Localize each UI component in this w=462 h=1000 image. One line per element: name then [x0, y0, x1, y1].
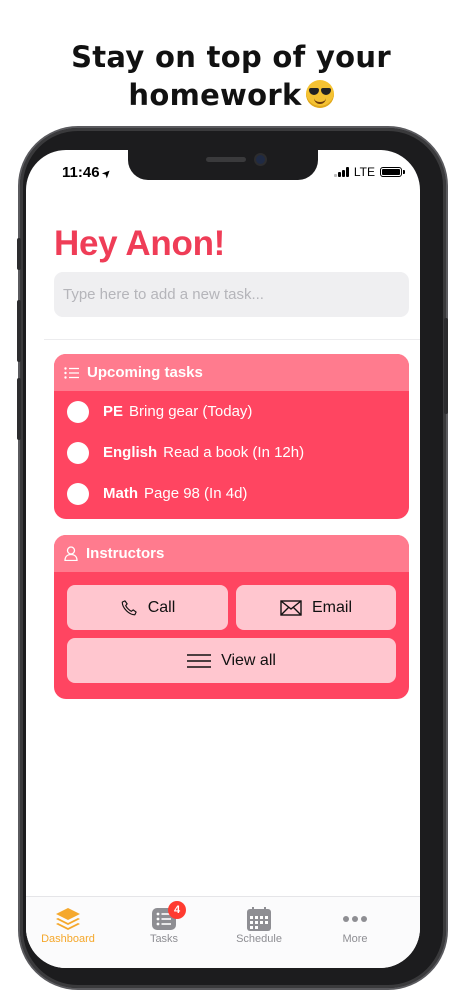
status-time: 11:46➤ [62, 164, 115, 182]
phone-volume-up [17, 300, 21, 362]
tab-tasks[interactable]: 4 Tasks [124, 901, 204, 945]
phone-icon [121, 599, 137, 615]
promo-headline-line1: Stay on top of your [71, 40, 391, 74]
instructors-title: Instructors [86, 545, 165, 562]
task-item[interactable]: Math Page 98 (In 4d) [54, 473, 409, 514]
task-checkbox[interactable] [67, 400, 89, 423]
person-icon [64, 546, 78, 561]
divider [44, 339, 420, 340]
tab-bar: Dashboard 4 Tasks Schedule More [26, 896, 420, 968]
sunglasses-emoji-icon [305, 80, 334, 108]
list-icon: 4 [124, 901, 204, 933]
instructors-header[interactable]: Instructors [54, 535, 409, 572]
status-time-text: 11:46 [62, 164, 100, 181]
tab-dashboard[interactable]: Dashboard [28, 905, 108, 945]
phone-mute-switch [17, 238, 21, 270]
task-checkbox[interactable] [67, 482, 89, 505]
view-all-button-label: View all [221, 651, 276, 669]
more-icon [315, 905, 395, 933]
location-arrow-icon: ➤ [99, 166, 115, 182]
camera [256, 155, 265, 164]
tab-schedule-label: Schedule [236, 933, 282, 945]
upcoming-tasks-title: Upcoming tasks [87, 364, 203, 381]
greeting-title: Hey Anon! [54, 224, 226, 263]
task-description: Page 98 (In 4d) [144, 485, 248, 502]
task-subject: PE [103, 403, 124, 420]
task-item[interactable]: PE Bring gear (Today) [54, 391, 409, 432]
signal-icon [333, 167, 349, 177]
task-description: Read a book (In 12h) [163, 444, 305, 461]
promo-headline: Stay on top of your homework [0, 38, 462, 114]
upcoming-tasks-card: Upcoming tasks PE Bring gear (Today) Eng… [54, 354, 409, 519]
layers-icon [28, 905, 108, 933]
email-button[interactable]: Email [236, 585, 396, 630]
app-screen: 11:46➤ LTE Hey Anon! Upcoming tasks PE B… [26, 150, 420, 968]
mail-icon [280, 599, 302, 616]
task-list: PE Bring gear (Today) English Read a boo… [54, 391, 409, 514]
battery-icon [380, 167, 405, 177]
network-label: LTE [353, 165, 375, 179]
call-button-label: Call [147, 598, 176, 616]
promo-headline-line2: homework [0, 76, 462, 114]
tab-schedule[interactable]: Schedule [219, 905, 299, 945]
phone-power-button [444, 318, 448, 414]
new-task-input[interactable] [54, 272, 409, 317]
tab-more[interactable]: More [315, 905, 395, 945]
tab-dashboard-label: Dashboard [41, 933, 95, 945]
view-all-button[interactable]: View all [67, 638, 396, 683]
notch [128, 150, 318, 180]
tasks-badge: 4 [168, 901, 186, 919]
email-button-label: Email [311, 598, 352, 616]
task-subject: English [103, 444, 158, 461]
call-button[interactable]: Call [67, 585, 228, 630]
tab-more-label: More [342, 933, 368, 945]
calendar-icon [219, 905, 299, 933]
menu-lines-icon [187, 653, 212, 668]
upcoming-tasks-header[interactable]: Upcoming tasks [54, 354, 409, 391]
phone-volume-down [17, 378, 21, 440]
task-checkbox[interactable] [67, 441, 89, 464]
promo-headline-line2-text: homework [128, 78, 302, 112]
task-description: Bring gear (Today) [129, 403, 253, 420]
speaker [206, 157, 246, 162]
task-item[interactable]: English Read a book (In 12h) [54, 432, 409, 473]
task-subject: Math [103, 485, 138, 502]
list-icon [64, 366, 79, 379]
status-indicators: LTE [333, 165, 405, 179]
tab-tasks-label: Tasks [149, 933, 179, 945]
